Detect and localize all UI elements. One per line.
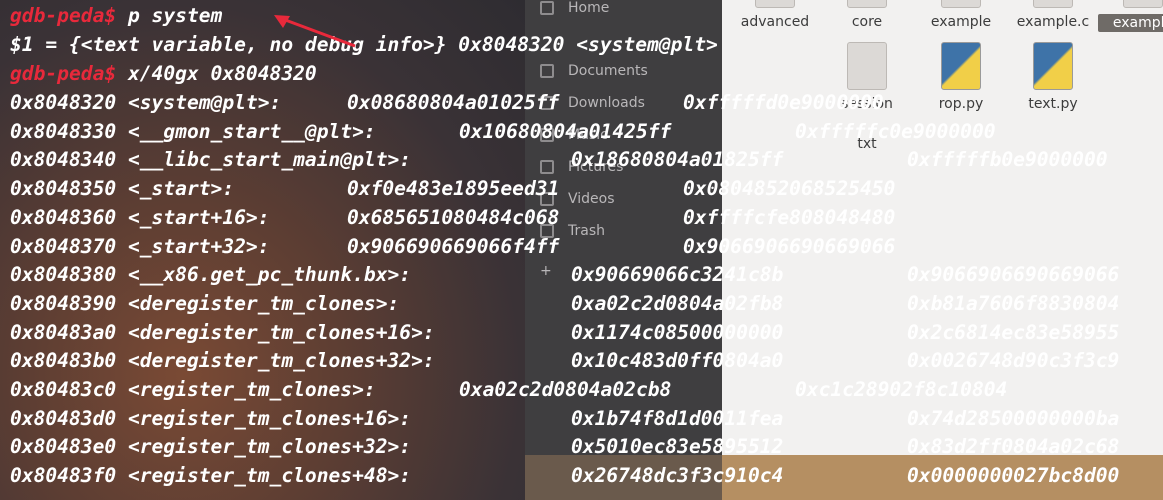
memory-row-value-2: 0x2c6814ec83e58955 [907,320,1120,344]
memory-row-value-1: 0xf0e483e1895eed31 [347,177,560,201]
memory-row-address: 0x8048360 <_start+16>: [10,205,270,229]
memory-row-value-2: 0xfffffc0e9000000 [795,119,996,143]
memory-row-value-1: 0x26748dc3f3c910c4 [571,464,784,488]
print-result: $1 = {<text variable, no debug info>} 0x… [10,33,718,56]
memory-row-value-1: 0x10c483d0ff0804a0 [571,349,784,373]
memory-row-value-2: 0xb81a7606f8830804 [907,291,1120,315]
memory-row-value-1: 0x906690669066f4ff [347,234,560,258]
memory-row-value-2: 0x9066906690669066 [683,234,896,258]
command-text: x/40gx 0x8048320 [116,62,317,85]
memory-row-value-2: 0xc1c28902f8c10804 [795,378,1008,401]
memory-row-address: 0x8048330 <__gmon_start__@plt>: [10,119,376,143]
memory-row-value-2: 0xffffcfe808048480 [683,205,896,229]
memory-row-value-2: 0x0000000027bc8d00 [907,464,1120,488]
annotation-arrow [274,15,356,48]
memory-row-address: 0x8048380 <__x86.get_pc_thunk.bx>: [10,263,412,287]
memory-row-address: 0x8048340 <__libc_start_main@plt>: [10,148,412,172]
memory-row-value-1: 0x90669066c3241c8b [571,263,784,287]
memory-row-address: 0x8048370 <_start+32>: [10,234,270,258]
command-line-1: gdb-peda$ p system [10,1,222,30]
command-line-2: gdb-peda$ x/40gx 0x8048320 [10,59,317,88]
memory-row-value-1: 0x10680804a01425ff [459,119,672,143]
memory-row-address: 0x80483f0 <register_tm_clones+48>: [10,464,412,488]
memory-row-value-1: 0xa02c2d0804a02cb8 [459,378,672,401]
memory-row-address: 0x80483d0 <register_tm_clones+16>: [10,406,412,430]
memory-row-value-1: 0xa02c2d0804a02fb8 [571,291,784,315]
memory-row-value-1: 0x08680804a01025ff [347,91,560,114]
gdb-prompt: gdb-peda$ [10,62,117,85]
gdb-terminal[interactable]: gdb-peda$ p system $1 = {<text variable,… [0,0,1163,500]
memory-row-value-2: 0x74d28500000000ba [907,406,1120,430]
memory-row-value-1: 0x18680804a01825ff [571,148,784,172]
memory-row-value-2: 0x0804852068525450 [683,177,896,201]
memory-row-address: 0x8048350 <_start>: [10,177,235,201]
memory-row-address: 0x80483a0 <deregister_tm_clones+16>: [10,320,435,344]
command-text: p system [116,4,223,27]
gdb-prompt: gdb-peda$ [10,4,117,27]
memory-row-value-2: 0xfffffd0e9000000 [683,91,884,114]
memory-row-value-2: 0x9066906690669066 [907,263,1120,287]
memory-row-value-1: 0x685651080484c068 [347,205,560,229]
memory-row-address: 0x80483b0 <deregister_tm_clones+32>: [10,349,435,373]
memory-row-value-2: 0xfffffb0e9000000 [907,148,1108,172]
memory-row-address: 0x80483e0 <register_tm_clones+32>: [10,435,412,459]
memory-row-address: 0x80483c0 <register_tm_clones>: [10,378,376,401]
memory-row-value-1: 0x1174c08500000000 [571,320,784,344]
memory-row-value-1: 0x1b74f8d1d0011fea [571,406,784,430]
memory-row-value-2: 0x0026748d90c3f3c9 [907,349,1120,373]
memory-row-address: 0x8048390 <deregister_tm_clones>: [10,291,400,315]
memory-row-value-1: 0x5010ec83e5895512 [571,435,784,459]
memory-row-value-2: 0x83d2ff0804a02c68 [907,435,1120,459]
memory-row-address: 0x8048320 <system@plt>: [10,91,282,114]
